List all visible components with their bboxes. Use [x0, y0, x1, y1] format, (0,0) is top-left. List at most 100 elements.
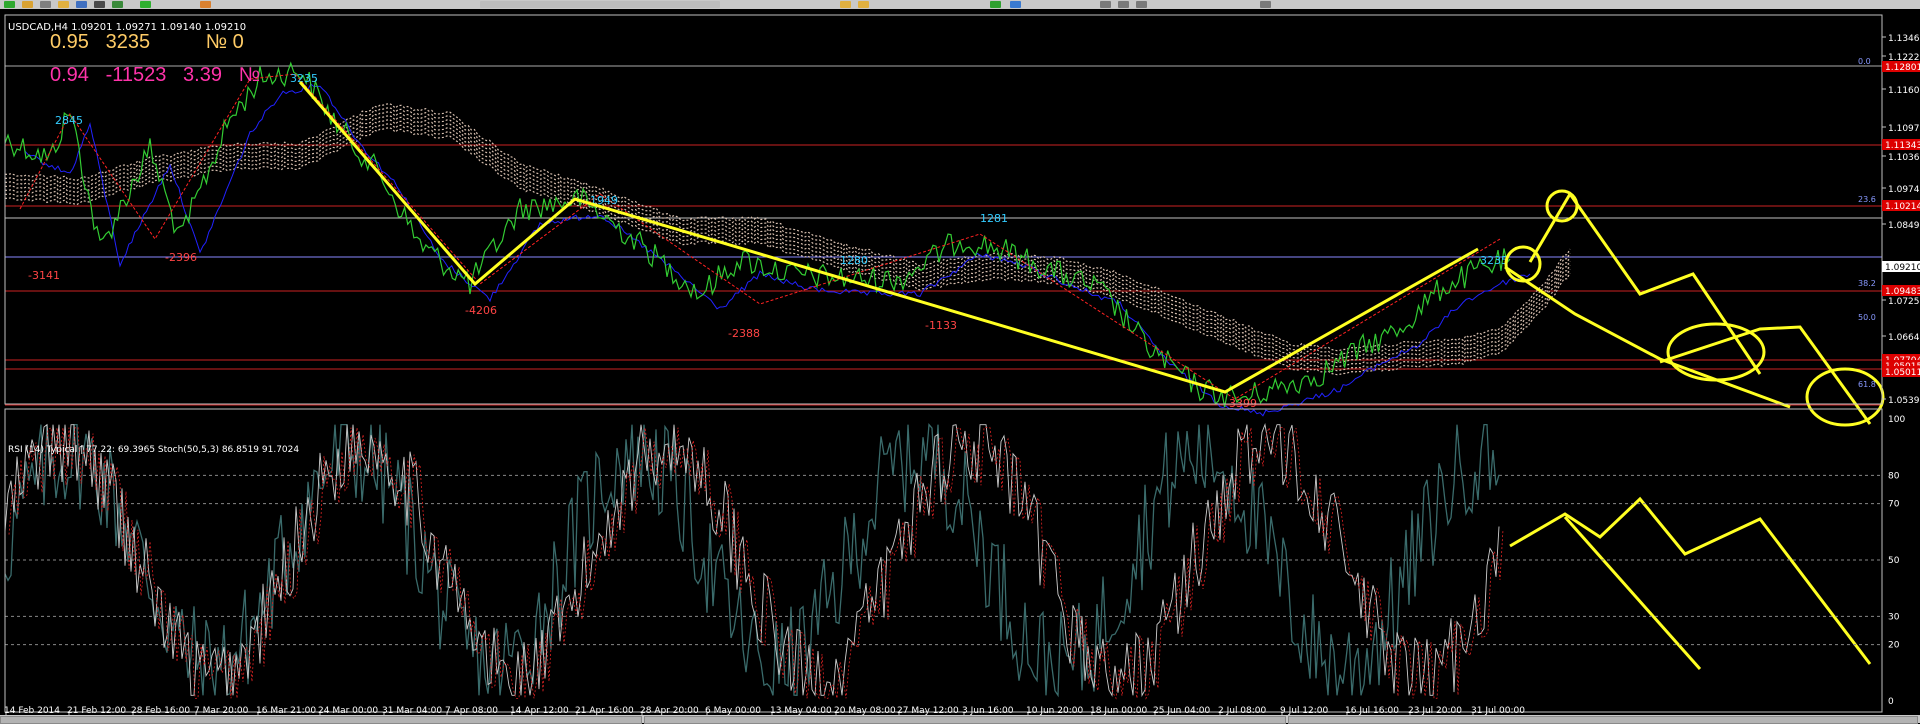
price-label: 1.08495: [1888, 221, 1920, 231]
period-buttons[interactable]: [480, 1, 720, 8]
new-order-icon[interactable]: [140, 1, 151, 8]
price-label: 1.10975: [1888, 124, 1920, 134]
wave-label: 3235: [1480, 254, 1508, 267]
wave-label: 1281: [980, 212, 1008, 225]
expert-advisors-icon[interactable]: [200, 1, 211, 8]
cloud-band: [4, 127, 1571, 376]
price-tag: 1.11343: [1885, 141, 1920, 151]
indicator-level-label: 100: [1888, 415, 1905, 425]
chart-tabs-bar: [0, 715, 1920, 724]
ellipse-marker: [1805, 367, 1885, 427]
time-label: 6 May 00:00: [705, 706, 761, 715]
fib-label: 50.0: [1858, 313, 1876, 322]
time-label: 9 Jul 12:00: [1280, 706, 1329, 715]
time-label: 20 May 08:00: [834, 706, 896, 715]
wave-label: -2388: [728, 327, 760, 340]
price-tag: 1.12801: [1885, 63, 1920, 73]
time-label: 27 May 12:00: [897, 706, 959, 715]
fibonacci-levels: 0.0 23.6 38.2 50.0 61.8: [5, 57, 1882, 406]
time-label: 14 Feb 2014: [4, 706, 60, 715]
time-label: 2 Jul 08:00: [1218, 706, 1267, 715]
profiles-icon[interactable]: [40, 1, 51, 8]
indicators-icon[interactable]: [990, 1, 1001, 8]
fibo-tool-icon[interactable]: [1260, 1, 1271, 8]
price-label: 1.11605: [1888, 86, 1920, 96]
kijun-line: [24, 83, 1531, 417]
price-label: 1.07255: [1888, 297, 1920, 307]
wave-label: -1133: [925, 319, 957, 332]
circle-marker: [1504, 245, 1542, 283]
time-label: 7 Apr 08:00: [445, 706, 498, 715]
time-label: 24 Mar 00:00: [318, 706, 378, 715]
chart-window[interactable]: 0.0 23.6 38.2 50.0 61.8 2845 -3141 -2396 3235 -4…: [0, 9, 1920, 715]
zoom-in-icon[interactable]: [840, 1, 851, 8]
time-label: 7 Mar 20:00: [194, 706, 249, 715]
indicator-level-label: 50: [1888, 556, 1900, 566]
open-icon[interactable]: [22, 1, 33, 8]
line-tool-icon[interactable]: [1136, 1, 1147, 8]
time-label: 31 Mar 04:00: [382, 706, 442, 715]
cloud-band: [4, 123, 1571, 372]
wave-label: 2845: [55, 114, 83, 127]
templates-icon[interactable]: [1010, 1, 1021, 8]
cloud-band: [4, 115, 1571, 364]
indicator-level-label: 80: [1888, 471, 1900, 481]
indicator-level-label: 30: [1888, 612, 1900, 622]
current-price-tag: 1.09210: [1885, 263, 1920, 273]
indicator-panel: [4, 422, 1882, 700]
fib-label: 61.8: [1858, 380, 1876, 389]
time-label: 28 Feb 16:00: [131, 706, 190, 715]
kijun-series: [24, 83, 1531, 417]
price-label: 1.05395: [1888, 396, 1920, 406]
time-label: 25 Jun 04:00: [1153, 706, 1210, 715]
time-label: 18 Jun 00:00: [1090, 706, 1147, 715]
cloud-band: [4, 111, 1571, 360]
indicator-level-label: 70: [1888, 500, 1900, 510]
price-tag: 1.10214: [1885, 202, 1920, 212]
price-label: 1.09745: [1888, 185, 1920, 195]
chart-canvas[interactable]: 0.0 23.6 38.2 50.0 61.8 2845 -3141 -2396 3235 -4…: [0, 9, 1920, 715]
time-label: 14 Apr 12:00: [510, 706, 569, 715]
fib-label: 0.0: [1858, 57, 1871, 66]
stats-row-1: 0.95 3235 № 0: [50, 31, 244, 53]
terminal-icon[interactable]: [94, 1, 105, 8]
indicator-forecast-2: [1563, 516, 1702, 670]
strategy-tester-icon[interactable]: [112, 1, 123, 8]
axes: 1.134651.122201.116051.109751.103601.097…: [4, 14, 1920, 715]
fib-label: 38.2: [1858, 279, 1876, 288]
time-label: 28 Apr 20:00: [640, 706, 699, 715]
price-tag: 1.05011: [1885, 368, 1920, 378]
wave-label: -2396: [165, 251, 197, 264]
indicator-title: RSI (14) Typical | 77.22: 69.3965 Stoch(…: [8, 445, 300, 455]
price-series: [4, 61, 1511, 408]
time-label: 23 Jul 20:00: [1408, 706, 1462, 715]
main-panel-frame: [4, 14, 1883, 405]
wave-label: -4206: [465, 304, 497, 317]
navigator-icon[interactable]: [76, 1, 87, 8]
new-chart-icon[interactable]: [4, 1, 15, 8]
price-line: [4, 61, 1511, 408]
wave-label: 3235: [290, 72, 318, 85]
time-label: 21 Feb 12:00: [67, 706, 126, 715]
crosshair-icon[interactable]: [1118, 1, 1129, 8]
wave-label: 1280: [840, 254, 868, 267]
user-drawings: [298, 81, 1885, 670]
zoom-out-icon[interactable]: [858, 1, 869, 8]
time-label: 31 Jul 00:00: [1471, 706, 1525, 715]
stats-row-2: 0.94 -11523 3.39 №: [50, 64, 261, 86]
price-label: 1.06640: [1888, 333, 1920, 343]
wave-label: -3141: [28, 269, 60, 282]
indicator-level-label: 0: [1888, 697, 1894, 707]
indicator-level-label: 20: [1888, 641, 1900, 651]
time-label: 16 Mar 21:00: [256, 706, 316, 715]
price-tag: 1.09483: [1885, 287, 1920, 297]
time-label: 16 Jul 16:00: [1345, 706, 1399, 715]
fib-label: 23.6: [1858, 195, 1876, 204]
time-label: 3 Jun 16:00: [962, 706, 1014, 715]
time-label: 10 Jun 20:00: [1026, 706, 1083, 715]
indicator-forecast-1: [1509, 496, 1872, 665]
cursor-icon[interactable]: [1100, 1, 1111, 8]
market-watch-icon[interactable]: [58, 1, 69, 8]
zigzag-series: [19, 73, 1501, 400]
time-label: 13 May 04:00: [770, 706, 832, 715]
